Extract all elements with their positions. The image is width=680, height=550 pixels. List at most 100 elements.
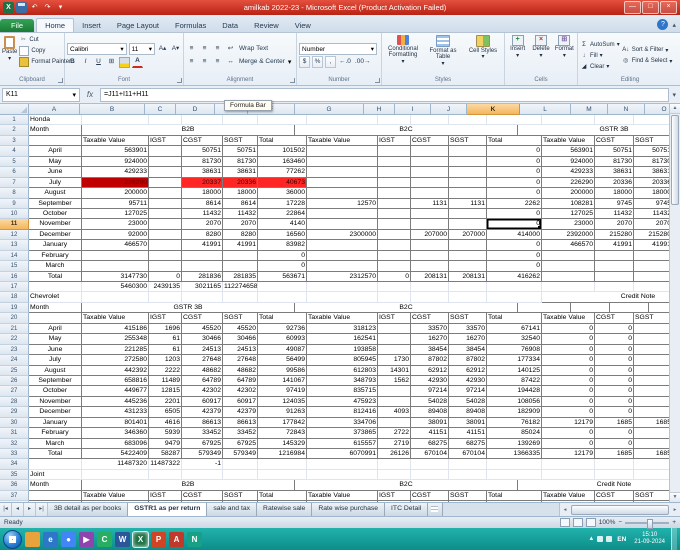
cell-L31[interactable]: 0 [542, 428, 595, 439]
cell-J6[interactable] [449, 167, 487, 178]
cell-A34[interactable] [29, 459, 82, 470]
cell-F10[interactable]: 22864 [258, 208, 307, 220]
grow-font-button[interactable]: A▴ [157, 43, 168, 55]
cell-H23[interactable] [378, 344, 411, 356]
prev-sheet-icon[interactable]: ◂ [12, 503, 24, 516]
cell-A27[interactable]: October [29, 386, 82, 397]
cell-C38[interactable] [149, 501, 182, 502]
insert-cells-button[interactable]: + Insert ▾ [507, 35, 528, 76]
cell-B13[interactable]: 466570 [82, 240, 149, 251]
cell-I34[interactable] [411, 459, 449, 470]
cell-A30[interactable]: January [29, 417, 82, 429]
cell-L3[interactable]: Taxable Value [542, 135, 595, 147]
cell-E32[interactable]: 67925 [223, 438, 258, 449]
cell-K34[interactable] [487, 459, 542, 470]
cell-F8[interactable]: 36000 [258, 188, 307, 199]
cell-M7[interactable]: 20336 [595, 177, 634, 189]
cell-H12[interactable] [378, 229, 411, 241]
sheet-tab-gstr1-as-per-return[interactable]: GSTR1 as per return [128, 503, 208, 516]
cell-L5[interactable]: 924000 [542, 156, 595, 168]
cell-K8[interactable]: 0 [487, 188, 542, 199]
cell-D24[interactable]: 27648 [182, 355, 223, 366]
cell-L18[interactable]: Credit Note [542, 292, 670, 303]
italic-button[interactable]: I [80, 56, 91, 68]
tab-page-layout[interactable]: Page Layout [109, 19, 167, 32]
cell-N31[interactable] [634, 428, 670, 439]
cell-H5[interactable] [378, 156, 411, 168]
row-header-28[interactable]: 28 [0, 396, 29, 408]
cell-M3[interactable]: CGST [595, 135, 634, 147]
cell-G2[interactable]: B2C [295, 125, 518, 136]
cell-G25[interactable]: 612803 [307, 365, 378, 376]
select-all-corner[interactable] [0, 104, 29, 115]
row-header-1[interactable]: 1 [0, 115, 29, 126]
cell-A7[interactable]: July [29, 177, 82, 189]
cell-L21[interactable]: 0 [542, 323, 595, 335]
cell-H4[interactable] [378, 146, 411, 157]
cell-B25[interactable]: 442392 [82, 365, 149, 376]
cell-A14[interactable]: February [29, 250, 82, 262]
cell-M29[interactable]: 0 [595, 407, 634, 418]
cell-K21[interactable]: 67141 [487, 323, 542, 335]
cell-K38[interactable] [487, 501, 542, 502]
cell-F1[interactable] [258, 115, 307, 126]
cell-G35[interactable] [307, 469, 378, 481]
cell-N10[interactable]: 11432 [634, 209, 670, 220]
horizontal-scrollbar[interactable]: ◂ ▸ [559, 503, 680, 516]
cell-B29[interactable]: 431233 [82, 407, 149, 418]
alignment-dialog-launcher-icon[interactable] [290, 78, 295, 83]
cell-H14[interactable] [378, 250, 411, 262]
scroll-down-icon[interactable]: ▼ [670, 492, 680, 502]
cell-C11[interactable] [149, 219, 182, 230]
cell-D7[interactable]: 20337 [182, 177, 223, 189]
cell-H3[interactable]: IGST [378, 135, 411, 147]
cell-C16[interactable]: 0 [149, 271, 182, 282]
cell-E26[interactable]: 64789 [223, 375, 258, 387]
cell-I29[interactable]: 89408 [411, 407, 449, 418]
last-sheet-icon[interactable]: ▸| [36, 503, 48, 516]
tab-file[interactable]: File [0, 19, 35, 32]
cell-E12[interactable]: 8280 [223, 229, 258, 241]
row-header-33[interactable]: 33 [0, 449, 29, 460]
cell-A21[interactable]: April [29, 323, 82, 335]
clock[interactable]: 15:10 21-09-2024 [631, 532, 668, 546]
cell-B6[interactable]: 429233 [82, 167, 149, 178]
row-header-36[interactable]: 36 [0, 480, 29, 491]
cell-I27[interactable]: 97214 [411, 386, 449, 397]
cell-G12[interactable]: 2300000 [307, 229, 378, 241]
cell-D30[interactable]: 86613 [182, 417, 223, 429]
start-button[interactable] [3, 529, 22, 549]
cell-G1[interactable] [307, 115, 378, 126]
row-header-8[interactable]: 8 [0, 188, 29, 199]
cell-K3[interactable]: Total [487, 135, 542, 147]
cell-M26[interactable]: 0 [595, 375, 634, 387]
cell-J16[interactable]: 208131 [449, 271, 487, 282]
cell-I15[interactable] [411, 261, 449, 272]
cell-E33[interactable]: 579349 [223, 449, 258, 460]
column-header-J[interactable]: J [431, 104, 467, 115]
cell-C27[interactable]: 12815 [149, 386, 182, 397]
cell-F15[interactable]: 0 [258, 261, 307, 272]
cell-G21[interactable]: 318123 [307, 323, 378, 335]
tray-expand-icon[interactable]: ▲ [588, 536, 594, 542]
cell-G36[interactable]: B2C [295, 480, 518, 491]
cell-D34[interactable]: -1 [182, 459, 223, 470]
delete-cells-button[interactable]: × Delete ▾ [530, 35, 551, 76]
cell-D13[interactable]: 41991 [182, 240, 223, 251]
cell-D37[interactable]: CGST [182, 490, 223, 502]
row-header-32[interactable]: 32 [0, 438, 29, 449]
scroll-left-icon[interactable]: ◂ [560, 507, 570, 513]
cell-L12[interactable]: 2392000 [542, 229, 595, 241]
cell-M24[interactable]: 0 [595, 355, 634, 366]
scroll-right-icon[interactable]: ▸ [670, 507, 680, 513]
cell-I6[interactable] [411, 167, 449, 178]
cell-F26[interactable]: 141067 [258, 375, 307, 387]
cell-K20[interactable]: Total [487, 313, 542, 324]
cell-K32[interactable]: 139269 [487, 438, 542, 449]
cell-K29[interactable]: 182909 [487, 407, 542, 418]
cell-D29[interactable]: 42379 [182, 407, 223, 418]
column-header-M[interactable]: M [571, 104, 608, 115]
cell-I8[interactable] [411, 188, 449, 199]
cell-N7[interactable]: 20336 [634, 178, 670, 189]
cell-B4[interactable]: 563901 [82, 146, 149, 157]
